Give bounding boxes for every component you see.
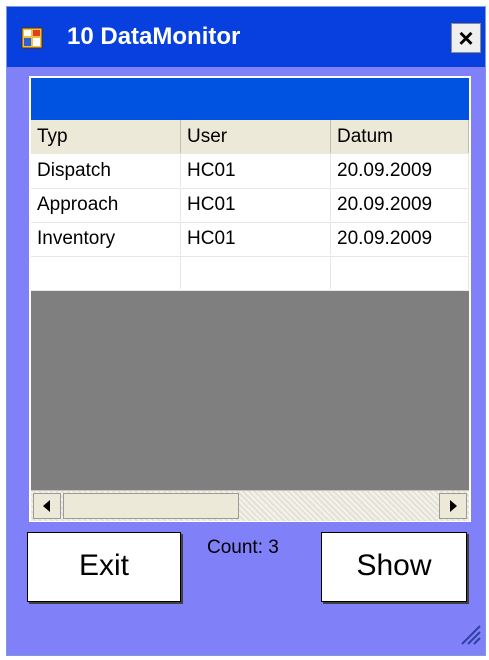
cell-typ[interactable] — [31, 256, 181, 289]
cell-datum[interactable] — [331, 256, 469, 289]
close-button[interactable]: × — [451, 23, 481, 53]
horizontal-scrollbar[interactable] — [31, 490, 469, 521]
scroll-thumb[interactable] — [63, 493, 239, 519]
close-icon: × — [458, 23, 474, 53]
exit-button[interactable]: Exit — [27, 532, 181, 602]
arrow-left-icon — [43, 500, 50, 512]
datamonitor-window: 10 DataMonitor × Typ User Datum Dispatch… — [6, 6, 486, 656]
cell-typ[interactable]: Inventory — [31, 222, 181, 255]
table-row-new[interactable] — [31, 256, 469, 291]
window-title: 10 DataMonitor — [67, 23, 241, 50]
table-row[interactable]: Approach HC01 20.09.2009 — [31, 188, 469, 223]
cell-user[interactable]: HC01 — [181, 222, 331, 255]
cell-typ[interactable]: Approach — [31, 188, 181, 221]
grid-caption-bar — [31, 78, 469, 120]
cell-datum[interactable]: 20.09.2009 — [331, 188, 469, 221]
scroll-left-button[interactable] — [33, 493, 61, 519]
record-count: Count: 3 — [207, 537, 279, 558]
cell-user[interactable] — [181, 256, 331, 289]
column-header-datum[interactable]: Datum — [331, 120, 469, 153]
column-header-typ[interactable]: Typ — [31, 120, 181, 153]
cell-datum[interactable]: 20.09.2009 — [331, 222, 469, 255]
show-button[interactable]: Show — [321, 532, 467, 602]
table-row[interactable]: Inventory HC01 20.09.2009 — [31, 222, 469, 257]
table-row[interactable]: Dispatch HC01 20.09.2009 — [31, 154, 469, 189]
grid-body: Dispatch HC01 20.09.2009 Approach HC01 2… — [31, 154, 469, 291]
cell-user[interactable]: HC01 — [181, 154, 331, 187]
data-grid[interactable]: Typ User Datum Dispatch HC01 20.09.2009 … — [29, 76, 471, 522]
title-bar[interactable]: 10 DataMonitor × — [7, 7, 485, 67]
scroll-right-button[interactable] — [439, 493, 467, 519]
cell-datum[interactable]: 20.09.2009 — [331, 154, 469, 187]
grid-header-row: Typ User Datum — [31, 120, 469, 155]
arrow-right-icon — [450, 500, 457, 512]
resize-grip-icon[interactable] — [459, 623, 481, 645]
column-header-user[interactable]: User — [181, 120, 331, 153]
cell-user[interactable]: HC01 — [181, 188, 331, 221]
cell-typ[interactable]: Dispatch — [31, 154, 181, 187]
app-window-icon — [21, 27, 43, 49]
